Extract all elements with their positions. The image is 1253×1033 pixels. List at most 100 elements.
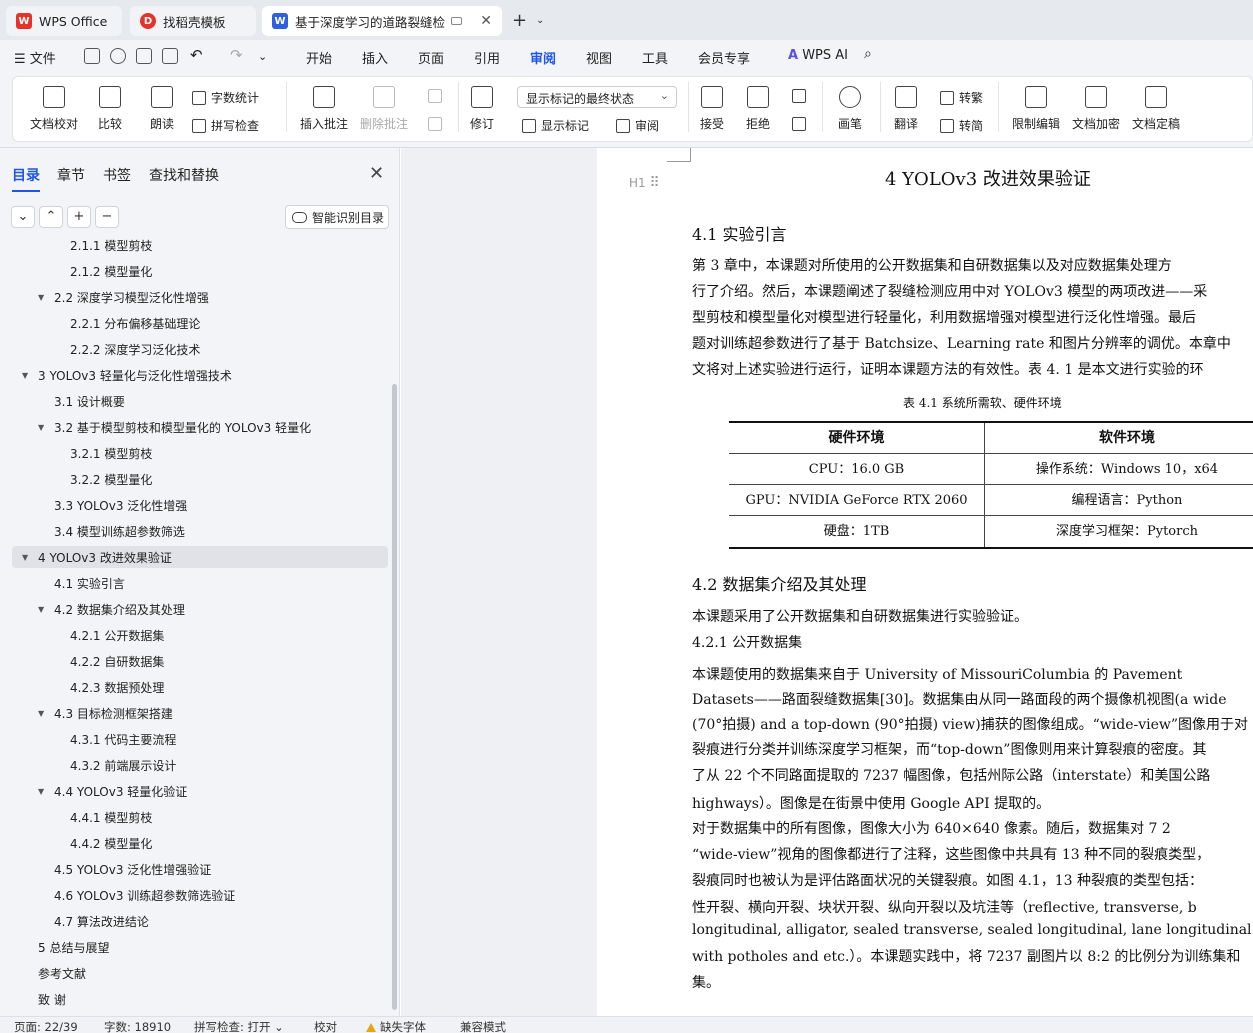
toc-item[interactable]: 4.2.3 数据预处理 (54, 676, 164, 698)
expand-arrow-icon[interactable]: ▼ (38, 709, 54, 718)
file-menu[interactable]: ☰ 文件 (14, 48, 56, 67)
encrypt-doc-button[interactable]: 文档加密 (1072, 86, 1120, 132)
menu-reference[interactable]: 引用 (474, 48, 500, 67)
menu-member[interactable]: 会员专享 (698, 48, 750, 67)
compare-button[interactable]: 比较 (98, 86, 122, 132)
word-count-button[interactable]: 字数统计 (192, 89, 259, 106)
document-page[interactable]: H1 ⠿ 4 YOLOv3 改进效果验证 4.1 实验引言 第 3 章中，本课题… (597, 148, 1253, 1016)
menu-tools[interactable]: 工具 (642, 48, 668, 67)
toc-item[interactable]: 4.3.2 前端展示设计 (54, 754, 176, 776)
to-traditional-button[interactable]: 转繁 (940, 89, 983, 106)
share-icon[interactable] (110, 48, 126, 64)
toc-item[interactable]: 参考文献 (22, 962, 86, 984)
menu-insert[interactable]: 插入 (362, 48, 388, 67)
toc-item[interactable]: 4.1 实验引言 (38, 572, 125, 594)
toc-item[interactable]: ▼ 2.2 深度学习模型泛化性增强 (38, 286, 209, 308)
to-simplified-button[interactable]: 转简 (940, 117, 983, 134)
toc-item[interactable]: 4.2.2 自研数据集 (54, 650, 164, 672)
toc-item[interactable]: 3.3 YOLOv3 泛化性增强 (38, 494, 187, 516)
tab-docer-templates[interactable]: D 找稻壳模板 (130, 6, 256, 36)
menu-review[interactable]: 审阅 (530, 48, 557, 74)
doc-check-button[interactable]: 文档校对 (30, 86, 78, 132)
expand-arrow-icon[interactable]: ▼ (38, 423, 54, 432)
expand-arrow-icon[interactable]: ▼ (38, 293, 54, 302)
expand-arrow-icon[interactable]: ▼ (22, 371, 38, 380)
toc-item[interactable]: 3.2.1 模型剪枝 (54, 442, 152, 464)
toc-item[interactable]: 2.2.1 分布偏移基础理论 (54, 312, 200, 334)
reject-button[interactable]: 拒绝 (746, 86, 770, 132)
prev-comment-icon[interactable] (428, 89, 447, 103)
track-changes-button[interactable]: 修订 (470, 86, 494, 132)
chevron-down-icon[interactable]: ⌄ (258, 50, 267, 63)
collapse-all-button[interactable]: ⌃ (39, 206, 63, 228)
toc-item[interactable]: 2.2.2 深度学习泛化技术 (54, 338, 200, 360)
spell-check-indicator[interactable]: 拼写检查: 打开 ⌄ (194, 1019, 284, 1033)
monitor-icon[interactable] (451, 17, 462, 25)
toc-item[interactable]: 4.5 YOLOv3 泛化性增强验证 (38, 858, 211, 880)
toc-item[interactable]: 3.1 设计概要 (38, 390, 125, 412)
delete-comment-button[interactable]: 删除批注 (360, 86, 408, 132)
remove-heading-button[interactable]: − (95, 206, 119, 228)
print-preview-icon[interactable] (162, 48, 178, 64)
next-comment-icon[interactable] (428, 117, 447, 131)
toc-item[interactable]: ▼ 4.4 YOLOv3 轻量化验证 (38, 780, 187, 802)
undo-icon[interactable]: ↶ (190, 46, 203, 64)
tab-wps-office[interactable]: W WPS Office (6, 6, 122, 36)
drag-handle-icon[interactable]: ⠿ (650, 175, 660, 191)
menu-page[interactable]: 页面 (418, 48, 444, 67)
redo-icon[interactable]: ↷ (230, 46, 243, 64)
word-count-indicator[interactable]: 字数: 18910 (104, 1019, 171, 1033)
toc-item[interactable]: 3.4 模型训练超参数筛选 (38, 520, 185, 542)
toc-item[interactable]: 4.4.2 模型量化 (54, 832, 152, 854)
toc-item[interactable]: ▼ 4.2 数据集介绍及其处理 (38, 598, 185, 620)
missing-font-indicator[interactable]: 缺失字体 (366, 1019, 426, 1033)
toc-item[interactable]: ▼ 4.3 目标检测框架搭建 (38, 702, 173, 724)
toc-item[interactable]: 致 谢 (22, 988, 66, 1010)
prev-change-icon[interactable] (792, 89, 811, 103)
toc-item[interactable]: 3.2.2 模型量化 (54, 468, 152, 490)
restrict-edit-button[interactable]: 限制编辑 (1012, 86, 1060, 132)
search-icon[interactable]: ⌕ (864, 46, 872, 62)
translate-button[interactable]: 翻译 (894, 86, 918, 132)
next-change-icon[interactable] (792, 117, 811, 131)
show-markup-button[interactable]: 显示标记 (522, 117, 589, 134)
toc-item[interactable]: 4.3.1 代码主要流程 (54, 728, 176, 750)
save-icon[interactable] (84, 48, 100, 64)
add-heading-button[interactable]: + (67, 206, 91, 228)
ink-button[interactable]: 画笔 (838, 86, 862, 132)
tab-current-document[interactable]: W 基于深度学习的道路裂缝检测 ✕ (262, 6, 502, 36)
toc-item[interactable]: ▼ 3 YOLOv3 轻量化与泛化性增强技术 (22, 364, 232, 386)
insert-comment-button[interactable]: 插入批注 (300, 86, 348, 132)
toc-item[interactable]: 2.1.1 模型剪枝 (54, 236, 152, 256)
expand-arrow-icon[interactable]: ▼ (38, 787, 54, 796)
read-aloud-button[interactable]: 朗读 (150, 86, 174, 132)
expand-all-button[interactable]: ⌄ (11, 206, 35, 228)
page-indicator[interactable]: 页面: 22/39 (14, 1019, 78, 1033)
proofread-indicator[interactable]: 校对 (314, 1019, 337, 1033)
toc-item[interactable]: 4.4.1 模型剪枝 (54, 806, 152, 828)
smart-toc-button[interactable]: 智能识别目录 (285, 205, 389, 229)
wps-ai-button[interactable]: A WPS AI (788, 48, 848, 63)
markup-state-dropdown[interactable]: 显示标记的最终状态 ⌄ (517, 86, 677, 108)
nav-tab-find-replace[interactable]: 查找和替换 (149, 165, 219, 185)
expand-arrow-icon[interactable]: ▼ (22, 553, 38, 562)
toc-item[interactable]: ▼ 3.2 基于模型剪枝和模型量化的 YOLOv3 轻量化 (38, 416, 311, 438)
menu-start[interactable]: 开始 (306, 48, 332, 67)
print-icon[interactable] (136, 48, 152, 64)
nav-tab-bookmarks[interactable]: 书签 (103, 165, 131, 185)
close-icon[interactable]: ✕ (480, 13, 492, 29)
finalize-doc-button[interactable]: 文档定稿 (1132, 86, 1180, 132)
heading-marker[interactable]: H1 ⠿ (629, 175, 660, 191)
nav-scrollbar[interactable] (392, 384, 397, 1010)
expand-arrow-icon[interactable]: ▼ (38, 605, 54, 614)
review-pane-button[interactable]: 审阅 (616, 117, 659, 134)
accept-button[interactable]: 接受 (700, 86, 724, 132)
new-tab-icon[interactable]: + (512, 10, 527, 31)
chevron-down-icon[interactable]: ⌄ (536, 15, 544, 26)
spell-check-button[interactable]: 拼写检查 (192, 117, 259, 134)
toc-item[interactable]: 4.7 算法改进结论 (38, 910, 149, 932)
toc-item[interactable]: ▼ 4 YOLOv3 改进效果验证 (12, 546, 388, 568)
toc-item[interactable]: 2.1.2 模型量化 (54, 260, 152, 282)
nav-tab-toc[interactable]: 目录 (12, 165, 40, 192)
close-icon[interactable]: ✕ (369, 163, 384, 184)
